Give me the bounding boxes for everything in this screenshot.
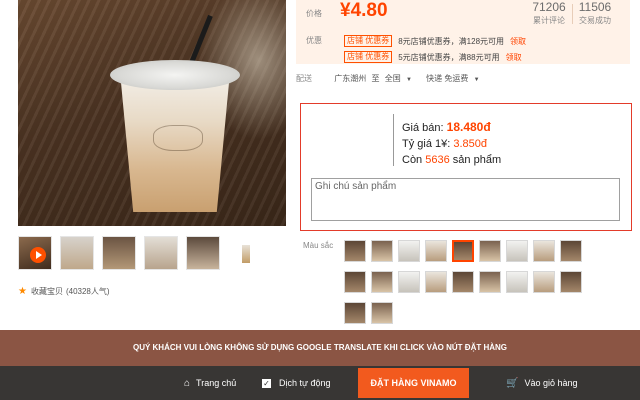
add-to-cart-button[interactable]: 🛒 Vào giỏ hàng bbox=[506, 366, 578, 400]
favorite-label: 收藏宝贝 bbox=[30, 287, 63, 296]
color-swatch[interactable] bbox=[560, 240, 582, 262]
cart-icon: 🛒 bbox=[506, 377, 519, 389]
claim-coupon-link[interactable]: 领取 bbox=[506, 52, 522, 63]
warning-text: QUÝ KHÁCH VUI LÒNG KHÔNG SỬ DỤNG GOOGLE … bbox=[132, 343, 508, 352]
color-swatch[interactable] bbox=[398, 240, 420, 262]
color-swatch[interactable] bbox=[533, 240, 555, 262]
claim-coupon-link[interactable]: 领取 bbox=[510, 36, 526, 47]
coupon-text: 5元店铺优惠券，满88元可用 bbox=[398, 52, 500, 62]
coupon-tag: 店铺 优惠券 bbox=[344, 35, 393, 47]
shipping-destination-select[interactable]: 全国 ▼ bbox=[385, 74, 417, 83]
color-swatch[interactable] bbox=[506, 271, 528, 293]
color-swatch[interactable] bbox=[344, 240, 366, 262]
color-swatch[interactable] bbox=[371, 271, 393, 293]
home-label: Trang chủ bbox=[196, 378, 237, 388]
order-button[interactable]: ĐẶT HÀNG VINAMO bbox=[358, 368, 469, 398]
price-panel: 价格 ¥4.80 71206 累计评论 11506 交易成功 优惠 店铺 优惠券… bbox=[296, 0, 630, 64]
coupon-tag: 店铺 优惠券 bbox=[344, 51, 393, 63]
play-icon[interactable] bbox=[30, 247, 46, 263]
divider bbox=[393, 114, 394, 166]
vn-stock-line: Còn 5636 sản phẩm bbox=[402, 154, 501, 166]
color-swatch[interactable] bbox=[398, 271, 420, 293]
promo-label: 优惠 bbox=[306, 36, 322, 45]
color-swatch[interactable] bbox=[344, 271, 366, 293]
home-button[interactable]: ⌂ Trang chủ bbox=[184, 366, 236, 400]
cup-lid bbox=[110, 60, 240, 90]
thumbnail-image[interactable] bbox=[228, 236, 262, 270]
color-swatch[interactable] bbox=[344, 302, 366, 324]
vn-rate-value: 3.850đ bbox=[453, 138, 488, 150]
thumbnail-image[interactable] bbox=[186, 236, 220, 270]
stat-divider bbox=[572, 4, 573, 24]
coupon-row: 店铺 优惠券 8元店铺优惠券，满128元可用 领取 bbox=[344, 35, 526, 47]
coupon-row: 店铺 优惠券 5元店铺优惠券，满88元可用 领取 bbox=[344, 51, 522, 63]
color-swatch[interactable] bbox=[506, 240, 528, 262]
color-swatch[interactable] bbox=[425, 240, 447, 262]
thumbnail-strip bbox=[18, 236, 286, 270]
color-swatch[interactable] bbox=[452, 240, 474, 262]
cart-label: Vào giỏ hàng bbox=[524, 378, 578, 388]
thumbnail-video[interactable] bbox=[18, 236, 52, 270]
vn-stock-suffix: sản phẩm bbox=[452, 154, 502, 166]
chevron-down-icon: ▼ bbox=[473, 77, 480, 83]
chevron-down-icon: ▼ bbox=[405, 77, 412, 83]
sales-label: 交易成功 bbox=[579, 16, 611, 25]
sales-count: 11506 bbox=[578, 0, 612, 14]
product-note-field[interactable] bbox=[311, 178, 620, 221]
shipping-row: 配送 广东潮州 至 全国 ▼ 快递 免运费 ▼ bbox=[296, 73, 486, 84]
shipping-destination: 全国 bbox=[384, 74, 401, 83]
shipping-method-select[interactable]: 快递 免运费 ▼ bbox=[426, 74, 482, 83]
auto-translate-toggle[interactable]: ✓ Dịch tự động bbox=[262, 366, 331, 400]
price-value: ¥4.80 bbox=[340, 0, 388, 21]
bottom-action-bar: ⌂ Trang chủ ✓ Dịch tự động ĐẶT HÀNG VINA… bbox=[0, 366, 640, 400]
vn-rate-line: Tỷ giá 1¥: 3.850đ bbox=[402, 138, 487, 150]
vn-order-info-box: Giá bán: 18.480đ Tỷ giá 1¥: 3.850đ Còn 5… bbox=[300, 103, 632, 231]
reviews-stat[interactable]: 71206 累计评论 bbox=[529, 0, 569, 26]
favorite-link[interactable]: ★ 收藏宝贝 (40328人气) bbox=[18, 286, 110, 297]
color-swatch[interactable] bbox=[479, 271, 501, 293]
cup-logo bbox=[153, 125, 203, 151]
color-swatch[interactable] bbox=[533, 271, 555, 293]
shipping-label: 配送 bbox=[296, 74, 312, 83]
shipping-method: 快递 免运费 bbox=[426, 74, 469, 83]
color-swatch[interactable] bbox=[479, 240, 501, 262]
thumbnail-image[interactable] bbox=[102, 236, 136, 270]
coupon-text: 8元店铺优惠券，满128元可用 bbox=[398, 36, 505, 46]
home-icon: ⌂ bbox=[184, 377, 191, 389]
shipping-from: 广东潮州 bbox=[334, 74, 367, 83]
vn-price-line: Giá bán: 18.480đ bbox=[402, 120, 491, 134]
color-swatch[interactable] bbox=[371, 240, 393, 262]
color-swatch[interactable] bbox=[425, 271, 447, 293]
color-swatch[interactable] bbox=[560, 271, 582, 293]
color-swatch[interactable] bbox=[371, 302, 393, 324]
color-label: Màu sắc bbox=[303, 241, 334, 250]
price-label: 价格 bbox=[306, 9, 322, 18]
star-icon: ★ bbox=[18, 286, 27, 297]
reviews-count: 71206 bbox=[532, 0, 566, 14]
translate-warning-banner: QUÝ KHÁCH VUI LÒNG KHÔNG SỬ DỤNG GOOGLE … bbox=[0, 330, 640, 366]
thumbnail-image[interactable] bbox=[144, 236, 178, 270]
auto-translate-label: Dịch tự động bbox=[279, 378, 331, 388]
sales-stat: 11506 交易成功 bbox=[574, 0, 616, 26]
vn-rate-label: Tỷ giá 1¥: bbox=[402, 138, 451, 150]
favorite-count: (40328人气) bbox=[65, 287, 110, 296]
color-swatch[interactable] bbox=[452, 271, 474, 293]
checkbox-icon[interactable]: ✓ bbox=[262, 378, 271, 388]
vn-stock-value: 5636 bbox=[425, 154, 450, 166]
shipping-to-word: 至 bbox=[371, 74, 380, 83]
main-product-image[interactable] bbox=[18, 0, 286, 226]
thumbnail-image[interactable] bbox=[60, 236, 94, 270]
vn-price-label: Giá bán: bbox=[402, 122, 444, 134]
vn-stock-prefix: Còn bbox=[402, 154, 423, 166]
vn-price-value: 18.480đ bbox=[446, 120, 491, 134]
reviews-label: 累计评论 bbox=[533, 16, 565, 25]
